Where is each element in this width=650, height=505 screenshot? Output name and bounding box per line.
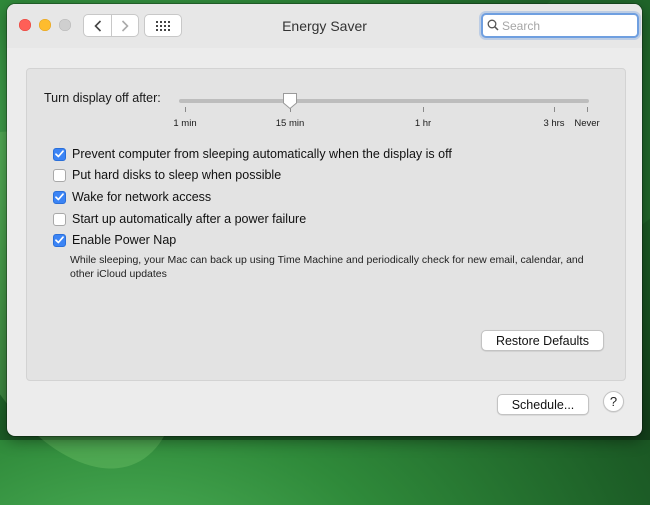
schedule-button[interactable]: Schedule... xyxy=(497,394,589,415)
search-field[interactable] xyxy=(481,13,639,38)
tick-label-1-hr: 1 hr xyxy=(414,118,432,129)
checkbox[interactable] xyxy=(53,168,66,182)
slider-tick xyxy=(423,107,424,112)
tick-label-15-min: 15 min xyxy=(275,118,305,129)
option-label: Wake for network access xyxy=(72,190,212,204)
slider-tick xyxy=(587,107,588,112)
checkmark-icon xyxy=(55,236,64,244)
tick-label-1-min: 1 min xyxy=(173,118,197,129)
display-sleep-label: Turn display off after: xyxy=(44,91,161,105)
energy-saver-window: Energy Saver Turn display off after: 1 m… xyxy=(7,4,642,436)
checkbox[interactable] xyxy=(53,147,66,161)
tick-label-never: Never xyxy=(574,118,600,129)
help-button[interactable]: ? xyxy=(603,391,624,412)
title-bar: Energy Saver xyxy=(7,4,642,48)
checkbox[interactable] xyxy=(53,190,66,204)
option-label: Enable Power Nap xyxy=(72,233,177,247)
option-wake-network[interactable]: Wake for network access xyxy=(53,188,211,206)
slider-tick xyxy=(185,107,186,112)
option-startup-power-failure[interactable]: Start up automatically after a power fai… xyxy=(53,210,306,228)
checkbox[interactable] xyxy=(53,233,66,247)
checkmark-icon xyxy=(55,150,64,158)
checkbox[interactable] xyxy=(53,212,66,226)
option-prevent-sleep[interactable]: Prevent computer from sleeping automatic… xyxy=(53,145,452,163)
search-icon xyxy=(487,19,499,31)
slider-tick xyxy=(554,107,555,112)
search-input[interactable] xyxy=(502,17,632,34)
display-sleep-slider-thumb[interactable] xyxy=(282,92,298,110)
checkmark-icon xyxy=(55,193,64,201)
option-hard-disk-sleep[interactable]: Put hard disks to sleep when possible xyxy=(53,166,281,184)
option-label: Start up automatically after a power fai… xyxy=(72,212,307,226)
display-sleep-slider-track[interactable] xyxy=(179,99,589,103)
tick-label-3-hrs: 3 hrs xyxy=(543,118,565,129)
option-label: Put hard disks to sleep when possible xyxy=(72,168,282,182)
option-label: Prevent computer from sleeping automatic… xyxy=(72,147,452,161)
power-nap-description: While sleeping, your Mac can back up usi… xyxy=(70,254,584,280)
restore-defaults-button[interactable]: Restore Defaults xyxy=(481,330,604,351)
option-power-nap[interactable]: Enable Power Nap xyxy=(53,231,176,249)
